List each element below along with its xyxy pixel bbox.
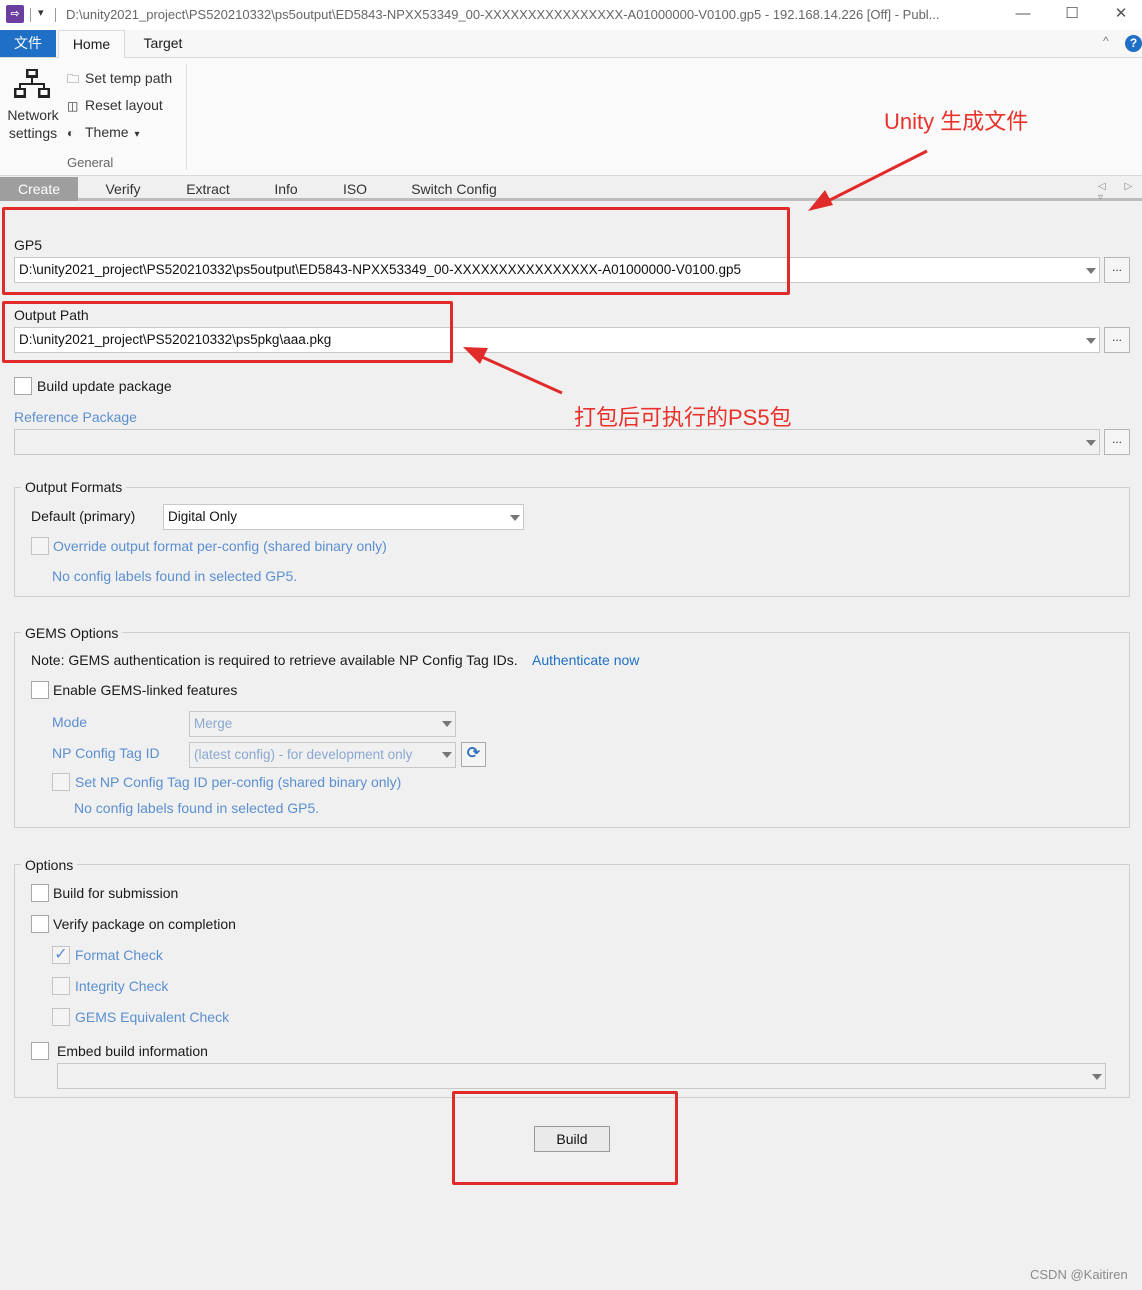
ps5-arrow-line [481,355,563,395]
unity-arrow-head [808,190,833,211]
watermark: CSDN @Kaitiren [1030,1267,1128,1282]
unity-arrow-line [825,149,928,204]
annotation-arrows [463,149,928,395]
ps5-arrow-head [463,347,488,364]
